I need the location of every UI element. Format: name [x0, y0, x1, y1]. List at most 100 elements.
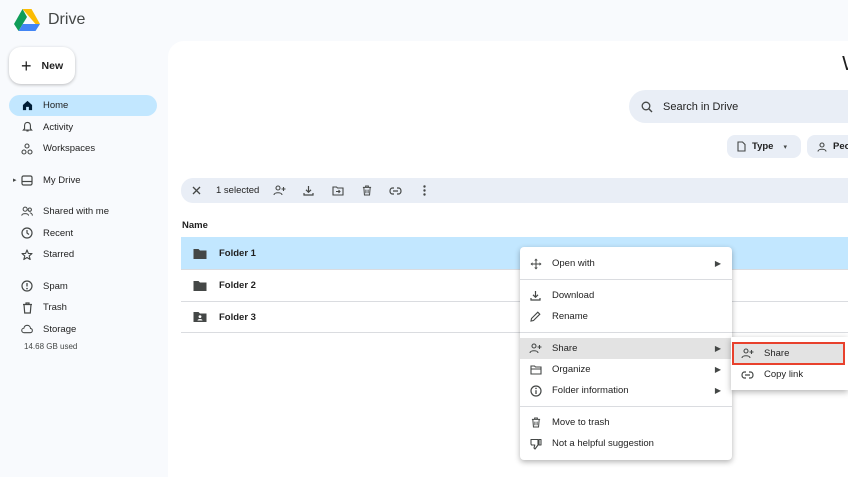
menu-item-label: Download: [552, 290, 595, 301]
chevron-right-icon: ▶: [714, 259, 721, 268]
clear-selection-button[interactable]: [183, 178, 210, 203]
sidebar-item-shared-with-me[interactable]: Shared with me: [9, 201, 157, 222]
chevron-right-icon: ▶: [714, 386, 721, 395]
menu-item-move-to-trash[interactable]: Move to trash: [520, 412, 732, 433]
chevron-right-icon: ▶: [714, 344, 721, 353]
download-button[interactable]: [294, 178, 323, 203]
share-button[interactable]: [265, 178, 294, 203]
new-button-label: New: [41, 59, 64, 72]
more-actions-button[interactable]: [410, 178, 439, 203]
menu-item-label: Move to trash: [552, 417, 610, 428]
move-folder-icon: [332, 185, 344, 196]
expand-caret-icon[interactable]: ▸: [13, 176, 17, 184]
add-person-icon: [529, 342, 542, 355]
workspaces-icon: [21, 142, 33, 155]
table-row[interactable]: Folder 1: [181, 237, 848, 269]
menu-item-organize[interactable]: Organize ▶: [520, 359, 732, 380]
sidebar-item-spam[interactable]: Spam: [9, 276, 157, 297]
file-name: Folder 2: [219, 280, 256, 291]
people-icon: [21, 206, 33, 218]
menu-item-label: Rename: [552, 311, 588, 322]
table-row[interactable]: Folder 3: [181, 301, 848, 333]
spam-icon: [21, 280, 33, 292]
menu-item-folder-information[interactable]: Folder information ▶: [520, 380, 732, 401]
delete-button[interactable]: [352, 178, 381, 203]
download-icon: [529, 289, 542, 302]
sidebar-item-label: Workspaces: [43, 143, 96, 154]
search-input[interactable]: Search in Drive: [663, 101, 738, 113]
sidebar-item-workspaces[interactable]: Workspaces: [9, 138, 157, 159]
open-with-icon: [529, 257, 542, 270]
menu-item-rename[interactable]: Rename: [520, 306, 732, 327]
cloud-icon: [21, 323, 33, 335]
context-menu: Open with ▶ Download Rename Share ▶ Orga…: [520, 247, 732, 460]
download-icon: [303, 186, 314, 196]
sidebar-item-label: Storage: [43, 323, 77, 335]
page-title: W: [842, 53, 848, 76]
person-icon: [817, 141, 827, 152]
sidebar-item-home[interactable]: Home: [9, 95, 157, 116]
star-icon: [21, 248, 33, 261]
trash-icon: [21, 301, 33, 314]
bell-icon: [21, 121, 33, 133]
sidebar-item-trash[interactable]: Trash: [9, 297, 157, 318]
chevron-right-icon: ▶: [714, 365, 721, 374]
file-list: Folder 1 Folder 2 Folder 3: [181, 237, 848, 333]
sidebar-item-activity[interactable]: Activity: [9, 117, 157, 138]
drive-logo[interactable]: Drive: [14, 9, 85, 31]
folder-icon: [193, 280, 207, 291]
type-filter-label: Type: [752, 141, 774, 152]
pencil-icon: [529, 310, 542, 323]
menu-divider: [520, 279, 732, 280]
type-filter-chip[interactable]: Type ▾: [727, 135, 801, 158]
main-panel: W Search in Drive Type ▾ Peo 1 selected: [168, 41, 848, 477]
menu-item-open-with[interactable]: Open with ▶: [520, 253, 732, 274]
sidebar-item-my-drive[interactable]: ▸ My Drive: [9, 170, 157, 191]
sidebar-item-storage[interactable]: Storage: [9, 319, 157, 340]
menu-item-label: Copy link: [764, 369, 804, 380]
menu-item-not-helpful[interactable]: Not a helpful suggestion: [520, 433, 732, 454]
menu-divider: [520, 406, 732, 407]
trash-icon: [362, 185, 371, 196]
move-button[interactable]: [323, 178, 352, 203]
sidebar-item-recent[interactable]: Recent: [9, 223, 157, 244]
copy-link-button[interactable]: [381, 178, 410, 203]
menu-item-label: Share: [764, 348, 790, 359]
clock-icon: [21, 227, 33, 239]
menu-item-label: Folder information: [552, 385, 629, 396]
table-row[interactable]: Folder 2: [181, 269, 848, 301]
link-icon: [741, 368, 754, 381]
sidebar-item-starred[interactable]: Starred: [9, 244, 157, 265]
menu-divider: [520, 332, 732, 333]
close-icon: [192, 186, 201, 195]
menu-item-download[interactable]: Download: [520, 285, 732, 306]
sidebar-item-label: Trash: [43, 302, 67, 313]
sidebar-item-label: Starred: [43, 249, 75, 260]
search-bar[interactable]: Search in Drive: [629, 90, 848, 123]
shared-folder-icon: [193, 312, 207, 322]
share-submenu: Share Copy link: [731, 337, 848, 390]
storage-used-text: 14.68 GB used: [24, 341, 78, 351]
my-drive-icon: [21, 174, 33, 186]
submenu-item-share[interactable]: Share: [732, 342, 845, 365]
sidebar: Home Activity Workspaces ▸ My Drive Shar…: [9, 95, 157, 351]
sidebar-item-label: Activity: [43, 121, 74, 133]
app-name: Drive: [48, 11, 86, 28]
new-button[interactable]: + New: [9, 47, 75, 84]
folder-open-icon: [529, 363, 542, 376]
sidebar-item-label: Recent: [43, 227, 74, 239]
link-icon: [389, 186, 402, 195]
file-name: Folder 3: [219, 311, 256, 323]
column-header-name[interactable]: Name: [182, 220, 208, 231]
folder-icon: [193, 248, 207, 259]
submenu-item-copy-link[interactable]: Copy link: [731, 364, 848, 385]
selection-count: 1 selected: [216, 185, 260, 196]
more-vert-icon: [423, 185, 427, 196]
people-filter-chip[interactable]: Peo: [807, 135, 848, 158]
plus-icon: +: [21, 55, 32, 76]
sidebar-item-label: Home: [43, 100, 69, 111]
menu-item-share[interactable]: Share ▶: [520, 338, 732, 359]
thumbs-down-icon: [529, 437, 542, 450]
sidebar-item-label: Spam: [43, 280, 68, 292]
file-name: Folder 1: [219, 248, 256, 259]
